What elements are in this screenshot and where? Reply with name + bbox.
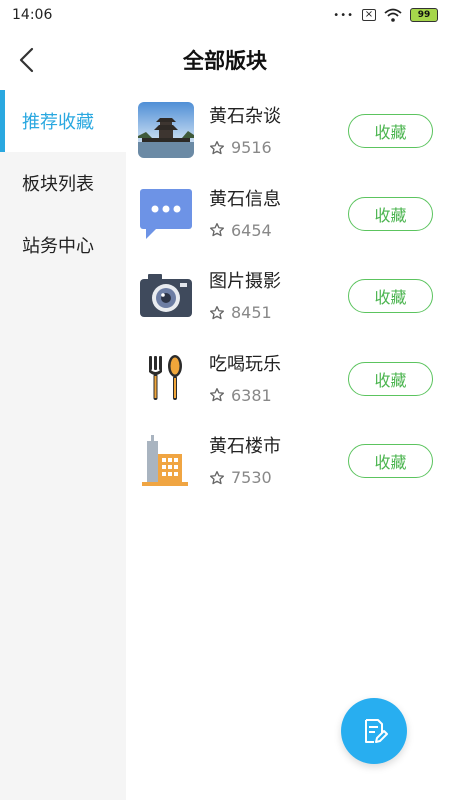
pavilion-photo [138,102,194,158]
wifi-icon [384,8,402,22]
follow-button[interactable]: 收藏 [348,279,433,313]
sidebar-item-site-center[interactable]: 站务中心 [0,214,126,276]
follow-button[interactable]: 收藏 [348,444,433,478]
board-count: 6381 [209,386,272,405]
follow-button[interactable]: 收藏 [348,361,433,396]
star-icon [210,470,224,484]
board-name: 图片摄影 [209,271,281,292]
sidebar: 推荐收藏 板块列表 站务中心 [0,90,126,800]
header: 全部版块 [0,30,450,90]
status-time: 14:06 [12,7,53,23]
sidebar-item-recommended[interactable]: 推荐收藏 [0,90,126,152]
board-name: 吃喝玩乐 [209,353,281,375]
board-count: 9516 [209,138,272,157]
board-name: 黄石杂谈 [209,106,281,127]
sidebar-item-label: 站务中心 [22,236,94,257]
sidebar-item-label: 推荐收藏 [22,112,94,133]
camera-icon [138,267,194,323]
more-dots-icon: ••• [333,9,354,21]
board-count: 7530 [209,468,272,487]
board-count: 8451 [209,303,272,322]
back-arrow-icon[interactable] [14,46,42,74]
sidebar-item-label: 板块列表 [22,174,94,195]
board-list: 黄石杂谈 9516 收藏 黄石信息 6454 收藏 图片摄影 8451 收藏 吃… [126,90,450,503]
board-name: 黄石信息 [209,188,281,210]
follow-button[interactable]: 收藏 [348,196,433,231]
board-row[interactable]: 黄石楼市 7530 收藏 [126,420,450,503]
star-icon [210,388,224,402]
battery-icon: 99 [410,8,438,22]
board-row[interactable]: 黄石杂谈 9516 收藏 [126,90,450,173]
board-count-value: 6381 [231,385,272,405]
compose-button[interactable] [341,698,407,764]
board-count-value: 8451 [231,303,272,322]
follow-button[interactable]: 收藏 [348,114,433,148]
buildings-icon [138,432,194,488]
page-title: 全部版块 [183,49,267,73]
status-bar: 14:06 ••• × 99 [0,0,450,30]
board-name: 黄石楼市 [209,436,281,457]
star-icon [210,140,224,154]
board-row[interactable]: 黄石信息 6454 收藏 [126,173,450,256]
board-count-value: 6454 [231,220,272,240]
edit-note-icon [365,719,388,743]
board-count: 6454 [209,221,272,240]
status-icons: ••• × 99 [333,8,438,22]
star-icon [210,223,224,237]
message-bubble-icon [138,185,194,241]
notification-x-icon: × [362,9,376,21]
board-row[interactable]: 吃喝玩乐 6381 收藏 [126,338,450,421]
star-icon [210,305,224,319]
board-row[interactable]: 图片摄影 8451 收藏 [126,255,450,338]
sidebar-item-board-list[interactable]: 板块列表 [0,152,126,214]
board-count-value: 9516 [231,138,272,157]
utensils-icon [138,350,194,406]
board-count-value: 7530 [231,468,272,487]
